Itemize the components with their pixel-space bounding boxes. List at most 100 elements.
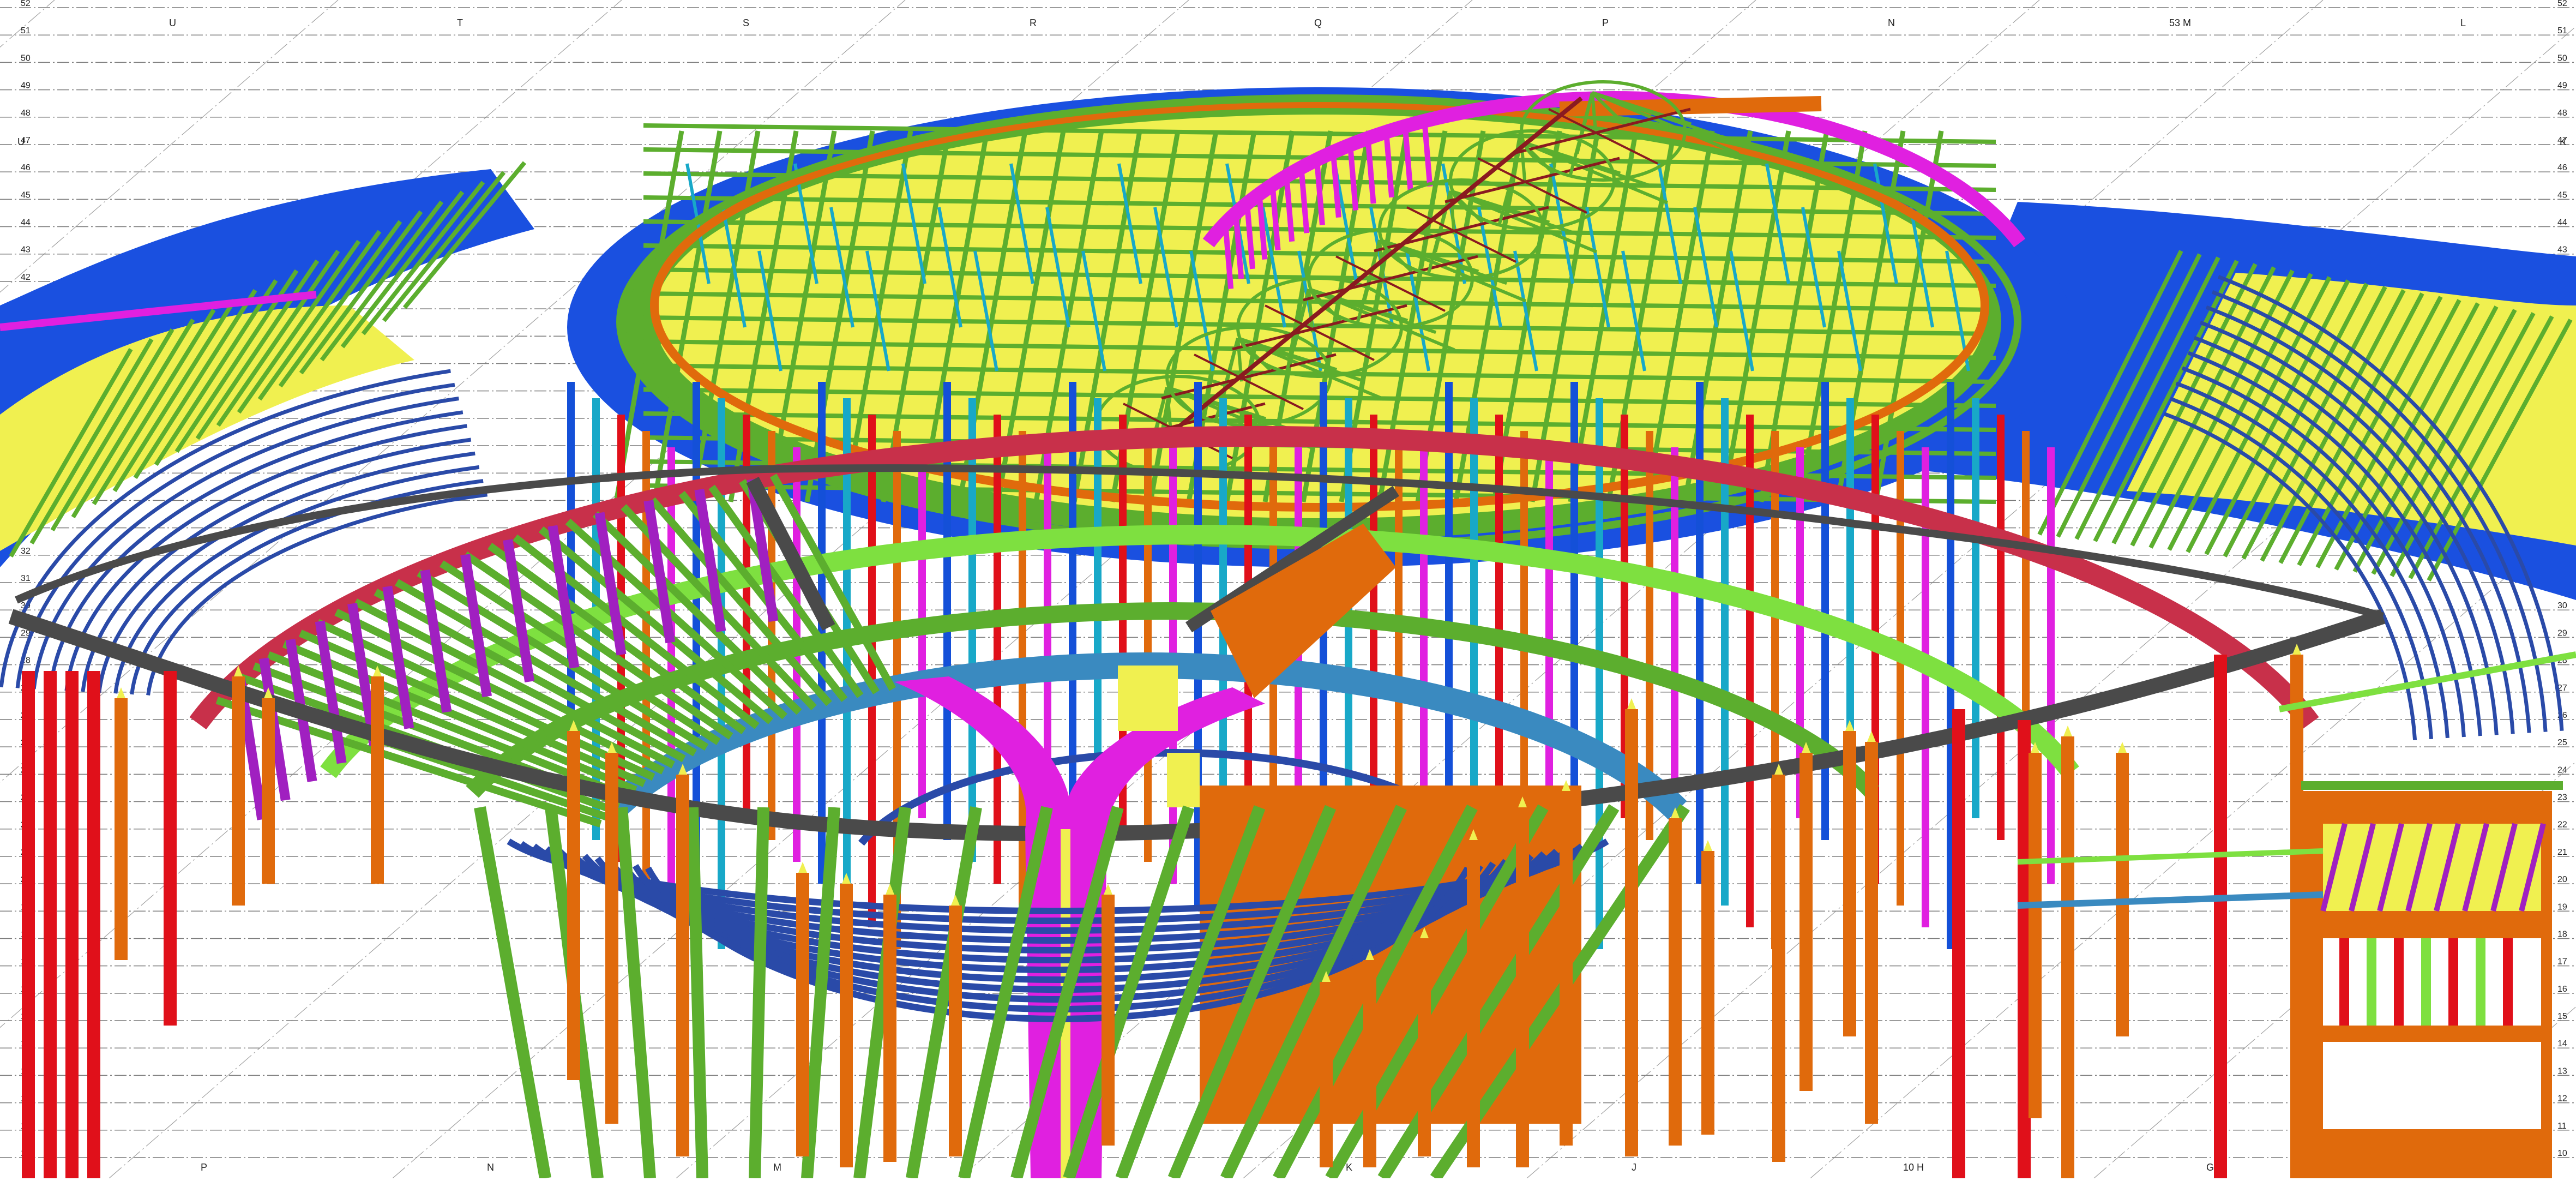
grid-axis-label-top: 53 M [2169,17,2191,28]
grid-axis-label-bottom: M [773,1162,781,1173]
level-label-left: 44 [21,218,31,227]
level-label-right: 18 [2557,930,2567,939]
frame-post [2448,938,2458,1026]
grid-axis-label-bottom: N [487,1162,494,1173]
column [1320,982,1333,1167]
column [2214,655,2227,1178]
level-label-right: 49 [2557,81,2567,91]
level-label-right: 12 [2557,1094,2567,1104]
column [2047,447,2055,884]
level-label-right: 17 [2557,957,2567,967]
column [949,906,962,1156]
grid-axis-label-top: R [1030,17,1037,28]
level-label-right: 46 [2557,163,2567,172]
column [1596,398,1603,949]
column [1701,851,1714,1135]
frame-post [2421,938,2431,1026]
level-label-left: 46 [21,163,31,172]
column [65,671,79,1178]
level-label-right: 16 [2557,985,2567,994]
yellow-node-plate [1167,753,1200,807]
level-label-right: 10 [2557,1149,2567,1158]
level-label-right: 13 [2557,1066,2567,1076]
frame-post [2339,938,2349,1026]
column [796,873,809,1156]
roof-ridge-orange [1559,96,1822,117]
yellow-node-plate [1118,666,1178,731]
level-label-right: 15 [2557,1012,2567,1021]
model-viewport[interactable]: 52 52 51 51 50 50 49 49 48 48 47 47 46 46 45 45 44 44 43 43… [0,0,2576,1181]
grid-axis-label-bottom: J [1632,1162,1636,1173]
grid-axis-label-bottom: P [201,1162,207,1173]
level-label-right: 21 [2557,848,2567,857]
level-label-right: 43 [2557,245,2567,255]
level-label-right: 51 [2557,26,2567,35]
frame-post [2503,938,2513,1026]
column [1972,398,1979,818]
column [232,676,245,906]
level-label-left: 43 [21,245,31,255]
level-label-right: 44 [2557,218,2567,227]
grid-axis-label-top: S [743,17,749,28]
column [371,676,384,884]
column [868,415,876,927]
level-label-left: 52 [21,0,31,8]
level-label-right: 23 [2557,793,2567,802]
grid-axis-label-top: L [2460,17,2466,28]
grid-axis-label-right: K [2560,136,2566,147]
level-label-left: 51 [21,26,31,35]
level-label-left: 48 [21,109,31,118]
column [1746,415,1754,927]
column [22,671,35,1178]
column [87,671,100,1178]
column [676,775,689,1156]
grid-axis-label-bottom: G [2206,1162,2214,1173]
column [1418,938,1431,1156]
column [2116,753,2129,1036]
level-label-right: 20 [2557,875,2567,884]
level-label-left: 50 [21,53,31,63]
column [840,884,853,1167]
column [262,698,275,884]
column [164,671,177,1026]
column [567,731,580,1080]
level-label-right: 14 [2557,1039,2567,1048]
level-label-right: 50 [2557,53,2567,63]
column [1997,415,2005,840]
frame-post [2394,938,2404,1026]
level-label-right: 52 [2557,0,2567,8]
level-label-left: 42 [21,273,31,282]
level-label-right: 29 [2557,628,2567,638]
grid-axis-label-bottom: K [1346,1162,1352,1173]
column [1669,818,1682,1146]
level-label-right: 24 [2557,765,2567,775]
column [1625,709,1638,1156]
column [1144,431,1152,862]
level-label-right: 19 [2557,902,2567,912]
column [44,671,57,1178]
column [605,753,618,1124]
column [1821,382,1829,840]
column [1363,960,1376,1167]
grid-axis-label-top: Q [1314,17,1322,28]
structural-model-3d[interactable]: 52 5251 5150 5049 4948 4847 4746 4645 4544 4443 43… [0,0,2576,1181]
level-label-right: 22 [2557,820,2567,830]
column [1799,753,1813,1091]
frame-post [2367,938,2376,1026]
column [883,895,896,1162]
grid-axis-label-left: U [17,136,25,147]
frame-post [2476,938,2485,1026]
column [1952,709,1965,1178]
level-label-right: 48 [2557,109,2567,118]
column [994,415,1001,884]
frame-opening [2323,1042,2541,1129]
column [1843,731,1856,1036]
column [1516,807,1529,1167]
column [1470,398,1478,840]
column [1467,840,1480,1167]
column [1560,791,1573,1146]
level-label-right: 11 [2557,1122,2567,1131]
grid-axis-label-bottom: 10 H [1903,1162,1924,1173]
grid-axis-label-top: P [1602,17,1609,28]
level-label-left: 49 [21,81,31,91]
